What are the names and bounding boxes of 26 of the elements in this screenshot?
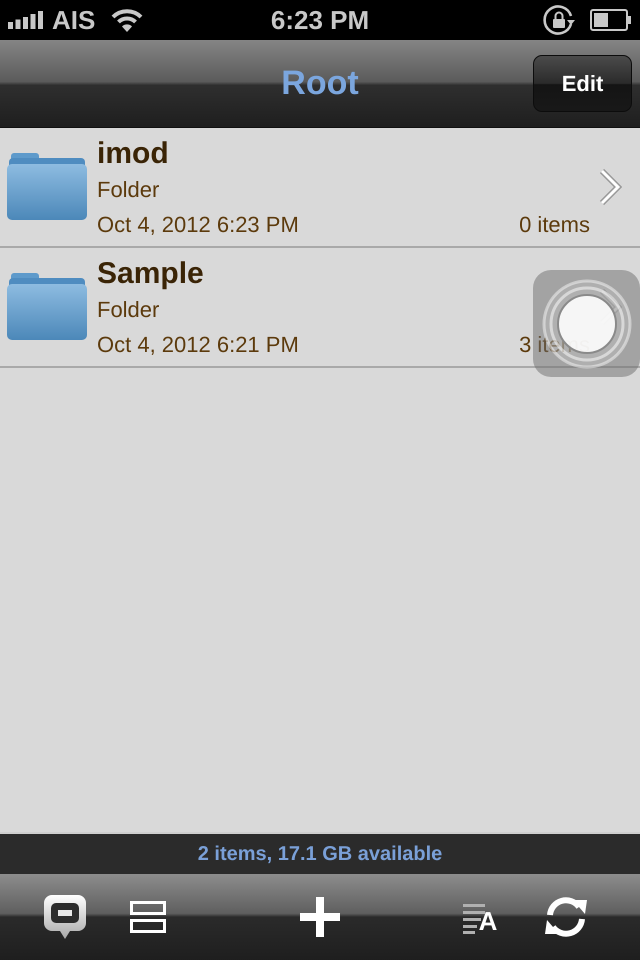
- item-type: Folder: [97, 296, 160, 324]
- item-type: Folder: [97, 176, 160, 204]
- carrier-name: AIS: [52, 4, 96, 36]
- speech-bubble-minus-icon: [44, 895, 86, 939]
- stacked-rows-icon: [130, 901, 166, 933]
- modified-date: Oct 4, 2012 6:23 PM: [97, 211, 299, 239]
- signal-bars-icon: [8, 11, 44, 29]
- modified-date: Oct 4, 2012 6:21 PM: [97, 331, 299, 359]
- folder-name: Sample: [97, 256, 204, 292]
- edit-button[interactable]: Edit: [533, 55, 632, 112]
- status-time: 6:23 PM: [270, 4, 370, 36]
- plus-icon: [300, 897, 340, 937]
- item-count: 0 items: [519, 211, 590, 239]
- rotation-lock-icon: [542, 3, 576, 37]
- folder-icon: [7, 273, 87, 341]
- folder-row[interactable]: imod Folder Oct 4, 2012 6:23 PM 0 items: [0, 128, 640, 248]
- chevron-icon: [598, 168, 622, 206]
- storage-summary: 2 items, 17.1 GB available: [198, 842, 442, 866]
- folder-name: imod: [97, 136, 169, 172]
- wifi-icon: [111, 8, 144, 32]
- refresh-icon: [543, 897, 589, 937]
- nav-title: Root: [281, 64, 359, 103]
- battery-icon: [590, 9, 632, 31]
- sort-button[interactable]: A: [452, 892, 508, 942]
- assistive-touch-button[interactable]: [533, 270, 640, 377]
- folder-icon: [7, 153, 87, 221]
